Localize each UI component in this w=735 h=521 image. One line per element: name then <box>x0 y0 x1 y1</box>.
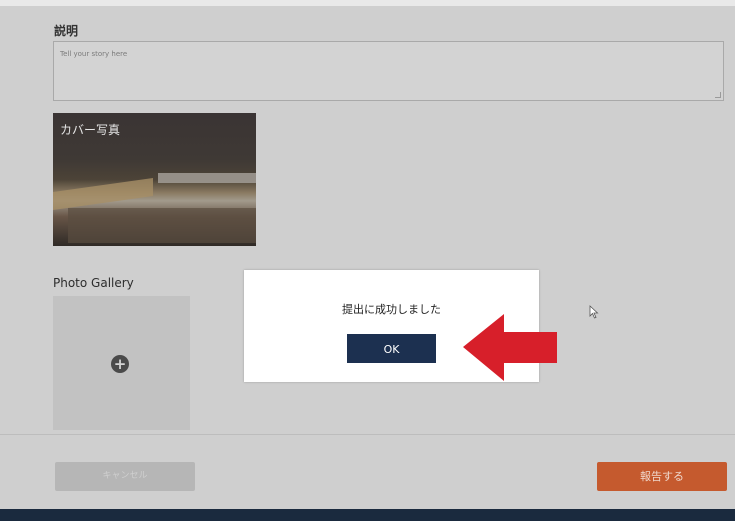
ok-button[interactable]: OK <box>347 334 436 363</box>
cover-photo-detail <box>68 208 256 243</box>
cover-photo-detail <box>158 173 256 183</box>
cover-photo-label: カバー写真 <box>60 123 121 137</box>
description-placeholder: Tell your story here <box>60 50 128 58</box>
top-edge <box>0 0 735 6</box>
cover-photo-detail <box>53 177 153 211</box>
cancel-button[interactable]: キャンセル <box>55 462 195 491</box>
cover-photo[interactable]: カバー写真 <box>53 113 256 246</box>
description-label: 説明 <box>54 24 79 38</box>
resize-grip-icon[interactable] <box>715 92 721 98</box>
footer-divider <box>0 434 735 435</box>
photo-gallery-add-tile[interactable]: + <box>53 296 190 430</box>
red-arrow-icon <box>463 314 557 381</box>
bottom-navigation-bar <box>0 509 735 521</box>
description-textarea[interactable]: Tell your story here <box>53 41 724 101</box>
plus-circle-icon[interactable]: + <box>111 355 129 373</box>
mouse-cursor-icon <box>589 305 599 319</box>
form-page: 説明 Tell your story here カバー写真 Photo Gall… <box>0 0 735 521</box>
submit-report-button[interactable]: 報告する <box>597 462 727 491</box>
photo-gallery-label: Photo Gallery <box>53 276 134 290</box>
